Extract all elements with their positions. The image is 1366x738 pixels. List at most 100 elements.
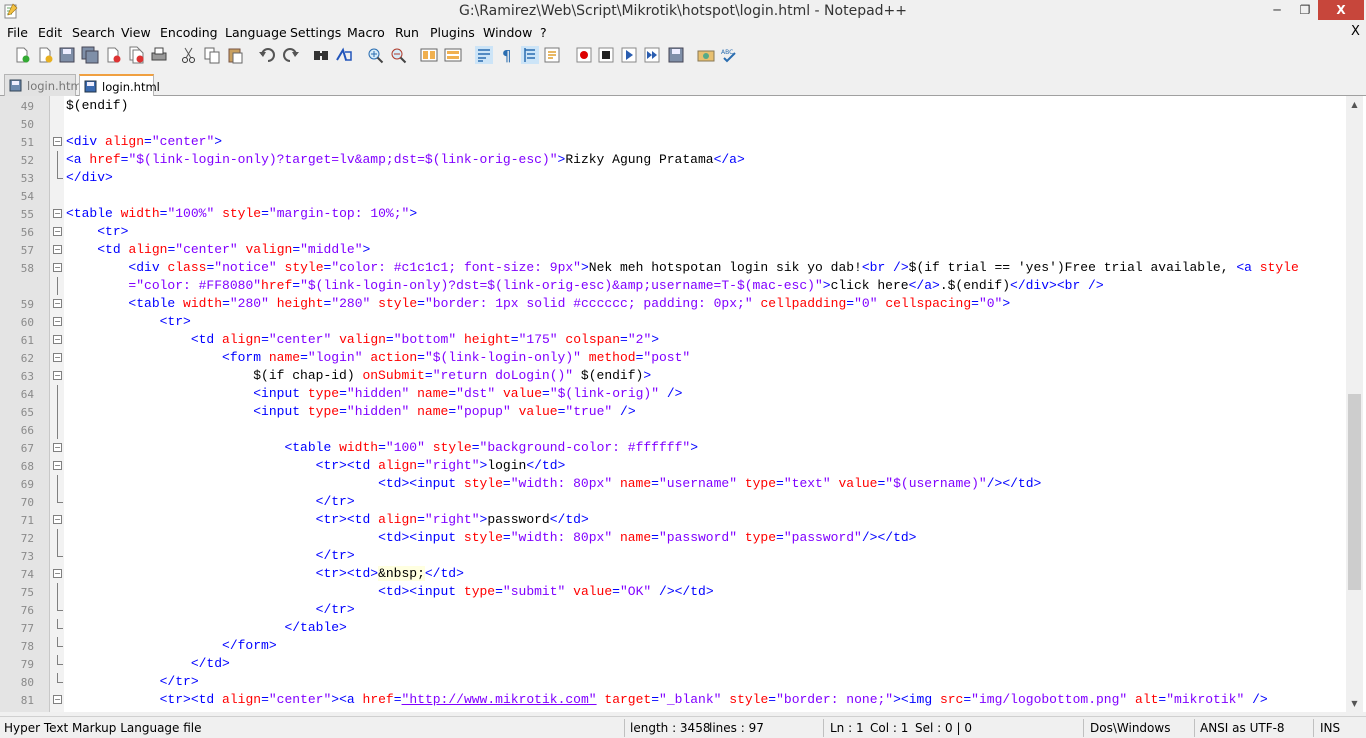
menu-encoding[interactable]: Encoding xyxy=(160,25,218,40)
code-line[interactable]: <tr><td align="center"><a href="http://w… xyxy=(66,692,1268,707)
code-line[interactable]: <tr><td>&nbsp;</td> xyxy=(66,566,464,581)
vertical-scrollbar[interactable]: ▲ ▼ xyxy=(1346,96,1363,712)
code-line[interactable]: <tr> xyxy=(66,224,128,239)
save-macro-icon[interactable] xyxy=(667,46,685,64)
code-line[interactable]: <input type="hidden" name="popup" value=… xyxy=(66,404,635,419)
scroll-thumb[interactable] xyxy=(1348,394,1361,590)
code-line[interactable]: </td> xyxy=(66,656,230,671)
fold-toggle-icon[interactable]: − xyxy=(53,227,62,236)
code-line[interactable]: </tr> xyxy=(66,494,355,509)
code-line[interactable]: <table width="100" style="background-col… xyxy=(66,440,698,455)
save-all-icon[interactable] xyxy=(81,46,99,64)
menu-language[interactable]: Language xyxy=(225,25,287,40)
play-macro-icon[interactable] xyxy=(620,46,638,64)
cut-icon[interactable] xyxy=(180,46,198,64)
sync-vertical-icon[interactable] xyxy=(420,46,438,64)
fold-toggle-icon[interactable]: − xyxy=(53,299,62,308)
close-window-button[interactable]: X xyxy=(1318,0,1364,20)
code-line[interactable]: <td align="center" valign="bottom" heigh… xyxy=(66,332,659,347)
copy-icon[interactable] xyxy=(203,46,221,64)
fold-toggle-icon[interactable]: − xyxy=(53,137,62,146)
code-line[interactable]: <tr> xyxy=(66,314,191,329)
code-line[interactable]: <tr><td align="right">password</td> xyxy=(66,512,589,527)
menu-plugins[interactable]: Plugins xyxy=(430,25,475,40)
code-line[interactable]: </tr> xyxy=(66,674,199,689)
tab-login-html-1[interactable]: login.html xyxy=(4,74,85,96)
stop-record-icon[interactable] xyxy=(597,46,615,64)
fold-margin[interactable]: − − − − − − − − − − − − − − − xyxy=(50,96,64,712)
fold-toggle-icon[interactable]: − xyxy=(53,443,62,452)
fold-toggle-icon[interactable]: − xyxy=(53,353,62,362)
show-all-chars-icon[interactable]: ¶ xyxy=(498,46,516,64)
code-line[interactable]: <table width="280" height="280" style="b… xyxy=(66,296,1010,311)
launch-browser-icon[interactable] xyxy=(697,46,715,64)
fold-toggle-icon[interactable]: − xyxy=(53,569,62,578)
code-line[interactable]: <td><input type="submit" value="OK" /></… xyxy=(66,584,714,599)
code-editor[interactable]: 49 50 51 52 53 54 55 56 57 58 59 60 61 62 63 64 65 66 67 68… xyxy=(0,96,1366,712)
code-line[interactable]: <div class="notice" style="color: #c1c1c… xyxy=(66,260,1298,275)
fold-toggle-icon[interactable]: − xyxy=(53,461,62,470)
minimize-button[interactable]: ─ xyxy=(1263,0,1291,20)
close-all-icon[interactable] xyxy=(127,46,145,64)
fold-toggle-icon[interactable]: − xyxy=(53,263,62,272)
menu-search[interactable]: Search xyxy=(72,25,115,40)
code-area[interactable]: $(endif) <div align="center"> <a href="$(l… xyxy=(64,96,1346,712)
menu-file[interactable]: File xyxy=(7,25,28,40)
code-line[interactable]: </tr> xyxy=(66,602,355,617)
code-line[interactable]: </table> xyxy=(66,620,346,635)
maximize-button[interactable]: ❐ xyxy=(1291,0,1319,20)
menu-view[interactable]: View xyxy=(121,25,151,40)
record-macro-icon[interactable] xyxy=(575,46,593,64)
code-line[interactable]: </tr> xyxy=(66,548,355,563)
fold-toggle-icon[interactable]: − xyxy=(53,515,62,524)
menu-run[interactable]: Run xyxy=(395,25,419,40)
print-icon[interactable] xyxy=(150,46,168,64)
code-line[interactable]: <td><input style="width: 80px" name="pas… xyxy=(66,530,916,545)
menu-window[interactable]: Window xyxy=(483,25,532,40)
open-file-icon[interactable] xyxy=(36,46,54,64)
redo-icon[interactable] xyxy=(282,46,300,64)
spell-check-icon[interactable]: ABC xyxy=(720,46,738,64)
close-document-button[interactable]: X xyxy=(1351,24,1360,39)
find-icon[interactable] xyxy=(312,46,330,64)
save-icon[interactable] xyxy=(58,46,76,64)
scroll-down-arrow-icon[interactable]: ▼ xyxy=(1346,695,1363,712)
code-line[interactable]: </div> xyxy=(66,170,113,185)
replace-icon[interactable] xyxy=(335,46,353,64)
fold-toggle-icon[interactable]: − xyxy=(53,209,62,218)
code-line[interactable]: $(endif) xyxy=(66,98,128,113)
code-line[interactable]: <td align="center" valign="middle"> xyxy=(66,242,370,257)
new-file-icon[interactable] xyxy=(13,46,31,64)
code-line[interactable]: <tr><td align="right">login</td> xyxy=(66,458,566,473)
code-line[interactable]: ="color: #FF8080"href="$(link-login-only… xyxy=(66,278,1103,293)
code-line[interactable]: <table width="100%" style="margin-top: 1… xyxy=(66,206,417,221)
fold-toggle-icon[interactable]: − xyxy=(53,371,62,380)
fold-toggle-icon[interactable]: − xyxy=(53,317,62,326)
run-macro-multiple-icon[interactable] xyxy=(643,46,661,64)
code-line[interactable]: <a href="$(link-login-only)?target=lv&am… xyxy=(66,152,745,167)
zoom-in-icon[interactable] xyxy=(366,46,384,64)
fold-toggle-icon[interactable]: − xyxy=(53,245,62,254)
insert-mode-label[interactable]: INS xyxy=(1320,721,1340,735)
sync-horizontal-icon[interactable] xyxy=(444,46,462,64)
close-icon[interactable] xyxy=(104,46,122,64)
menu-settings[interactable]: Settings xyxy=(290,25,341,40)
eol-format-label[interactable]: Dos\Windows xyxy=(1090,721,1170,735)
code-line[interactable]: <form name="login" action="$(link-login-… xyxy=(66,350,690,365)
tab-login-html-2[interactable]: login.html xyxy=(79,74,160,96)
code-line[interactable]: <input type="hidden" name="dst" value="$… xyxy=(66,386,682,401)
paste-icon[interactable] xyxy=(226,46,244,64)
zoom-out-icon[interactable] xyxy=(389,46,407,64)
scroll-up-arrow-icon[interactable]: ▲ xyxy=(1346,96,1363,113)
indent-guide-icon[interactable] xyxy=(521,46,539,64)
menu-edit[interactable]: Edit xyxy=(38,25,62,40)
code-line[interactable]: <td><input style="width: 80px" name="use… xyxy=(66,476,1041,491)
menu-help[interactable]: ? xyxy=(540,25,547,40)
function-list-icon[interactable] xyxy=(543,46,561,64)
undo-icon[interactable] xyxy=(258,46,276,64)
code-line[interactable]: </form> xyxy=(66,638,277,653)
menu-macro[interactable]: Macro xyxy=(347,25,385,40)
encoding-label[interactable]: ANSI as UTF-8 xyxy=(1200,721,1285,735)
code-line[interactable]: <div align="center"> xyxy=(66,134,222,149)
fold-toggle-icon[interactable]: − xyxy=(53,335,62,344)
